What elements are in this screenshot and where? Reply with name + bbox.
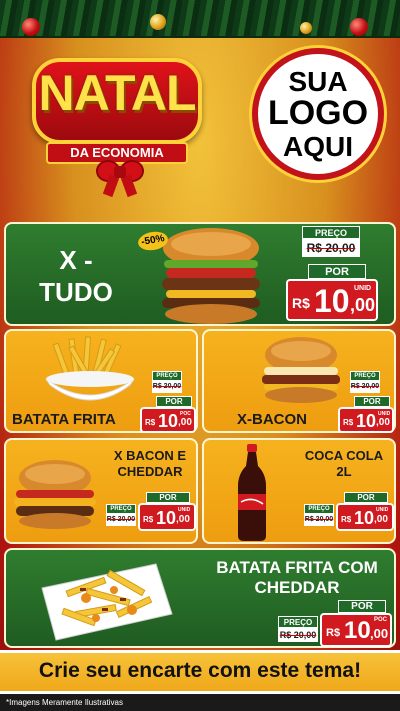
preco-label: PREÇO bbox=[302, 226, 360, 239]
price-int: 10 bbox=[314, 283, 350, 319]
product-name: BATATA FRITA COM CHEDDAR bbox=[216, 558, 378, 597]
price-int: 10 bbox=[156, 508, 177, 528]
fries-image bbox=[45, 336, 135, 401]
currency: R$ bbox=[341, 515, 352, 524]
ornament-icon bbox=[150, 14, 166, 30]
unit-label: UNID bbox=[354, 285, 372, 292]
product-name: X - TUDO bbox=[39, 245, 113, 307]
hero-banner: NATAL DA ECONOMIA SUA LOGO AQUI bbox=[0, 38, 400, 220]
product-card-x-bacon-cheddar[interactable]: X BACON E CHEDDAR PREÇO R$ 20,00 POR R$ … bbox=[4, 438, 198, 544]
natal-title: NATAL bbox=[38, 65, 197, 121]
currency: R$ bbox=[326, 627, 341, 639]
price-int: 10 bbox=[354, 508, 375, 528]
new-price: R$ 10 ,00 UNID bbox=[286, 279, 378, 321]
currency: R$ bbox=[145, 418, 156, 427]
product-card-batata-frita[interactable]: BATATA FRITA PREÇO R$ 20,00 POR R$ 10 ,0… bbox=[4, 329, 198, 433]
product-card-coca-cola[interactable]: COCA COLA 2L PREÇO R$ 20,00 POR R$ 10 ,0… bbox=[202, 438, 396, 544]
burger-image bbox=[14, 460, 96, 529]
preco-label: PREÇO bbox=[350, 371, 380, 381]
logo-line: AQUI bbox=[283, 130, 353, 162]
new-price: R$ 10 ,00 UNID bbox=[138, 503, 196, 531]
unit-label: POC bbox=[374, 617, 388, 623]
price-dec: ,00 bbox=[370, 626, 389, 641]
price-block: PREÇO R$ 20,00 POR R$ 10 ,00 UNID bbox=[300, 492, 396, 542]
unit-label: UNID bbox=[376, 507, 389, 513]
natal-logo: NATAL DA ECONOMIA bbox=[28, 58, 208, 198]
bow-icon bbox=[96, 160, 144, 198]
logo-line: SUA bbox=[288, 65, 348, 97]
new-price: R$ 10 ,00 POC bbox=[320, 613, 392, 647]
price-block: PREÇO R$ 20,00 POR R$ 10 ,00 UNID bbox=[338, 371, 396, 433]
cheddar-fries-image bbox=[41, 563, 173, 641]
por-label: POR bbox=[308, 264, 366, 279]
price-block: PREÇO R$ 20,00 POR R$ 10 ,00 UNID bbox=[284, 226, 392, 324]
price-dec: ,00 bbox=[374, 514, 388, 525]
burger-image bbox=[262, 337, 340, 403]
currency: R$ bbox=[292, 295, 310, 311]
currency: R$ bbox=[143, 515, 154, 524]
product-card-x-bacon[interactable]: X-BACON PREÇO R$ 20,00 POR R$ 10 ,00 UNI… bbox=[202, 329, 396, 433]
product-name: X BACON E CHEDDAR bbox=[113, 448, 187, 479]
por-label: POR bbox=[338, 600, 386, 613]
old-price: R$ 20,00 bbox=[304, 514, 334, 526]
unit-label: UNID bbox=[178, 507, 191, 513]
logo-line: LOGO bbox=[267, 94, 369, 133]
product-card-batata-cheddar[interactable]: BATATA FRITA COM CHEDDAR PREÇO R$ 20,00 … bbox=[4, 548, 396, 648]
por-label: POR bbox=[354, 396, 390, 407]
price-dec: ,00 bbox=[176, 514, 190, 525]
new-price: R$ 10 ,00 UNID bbox=[338, 407, 394, 433]
price-dec: ,00 bbox=[376, 417, 390, 428]
unit-label: POC bbox=[180, 411, 191, 417]
old-price: R$ 20,00 bbox=[278, 628, 318, 642]
new-price: R$ 10 ,00 UNID bbox=[336, 503, 394, 531]
footer-text: Crie seu encarte com este tema! bbox=[38, 659, 362, 682]
preco-label: PREÇO bbox=[106, 504, 136, 514]
old-price: R$ 20,00 bbox=[106, 514, 136, 526]
preco-label: PREÇO bbox=[152, 371, 182, 381]
ornament-icon bbox=[300, 22, 312, 34]
old-price: R$ 20,00 bbox=[350, 381, 380, 393]
price-block: PREÇO R$ 20,00 POR R$ 10 ,00 UNID bbox=[102, 492, 198, 542]
price-dec: ,00 bbox=[350, 295, 376, 315]
ornament-icon bbox=[350, 18, 368, 36]
footer-banner: Crie seu encarte com este tema! bbox=[0, 650, 400, 694]
price-int: 10 bbox=[158, 411, 179, 431]
price-dec: ,00 bbox=[178, 417, 192, 428]
unit-label: UNID bbox=[378, 411, 391, 417]
old-price: R$ 20,00 bbox=[152, 381, 182, 393]
ornament-icon bbox=[22, 18, 40, 36]
disclaimer-text: *Imagens Meramente Ilustrativas bbox=[6, 698, 123, 707]
christmas-garland bbox=[0, 0, 400, 38]
price-int: 10 bbox=[356, 411, 377, 431]
por-label: POR bbox=[344, 492, 388, 503]
price-int: 10 bbox=[344, 617, 371, 644]
currency: R$ bbox=[343, 418, 354, 427]
product-card-x-tudo[interactable]: X - TUDO PREÇO R$ 20,00 POR R$ 10 ,00 UN… bbox=[4, 222, 396, 326]
soda-bottle-image bbox=[238, 444, 266, 541]
logo-placeholder: SUA LOGO AQUI bbox=[252, 48, 384, 180]
price-block: PREÇO R$ 20,00 POR R$ 10 ,00 POC bbox=[276, 600, 394, 648]
product-name: COCA COLA 2L bbox=[304, 448, 384, 479]
price-block: PREÇO R$ 20,00 POR R$ 10 ,00 POC bbox=[140, 371, 198, 433]
preco-label: PREÇO bbox=[304, 504, 334, 514]
preco-label: PREÇO bbox=[278, 616, 318, 628]
new-price: R$ 10 ,00 POC bbox=[140, 407, 196, 433]
por-label: POR bbox=[156, 396, 192, 407]
product-name: X-BACON bbox=[237, 411, 307, 428]
por-label: POR bbox=[146, 492, 190, 503]
product-name: BATATA FRITA bbox=[12, 411, 116, 428]
old-price: R$ 20,00 bbox=[302, 239, 360, 257]
